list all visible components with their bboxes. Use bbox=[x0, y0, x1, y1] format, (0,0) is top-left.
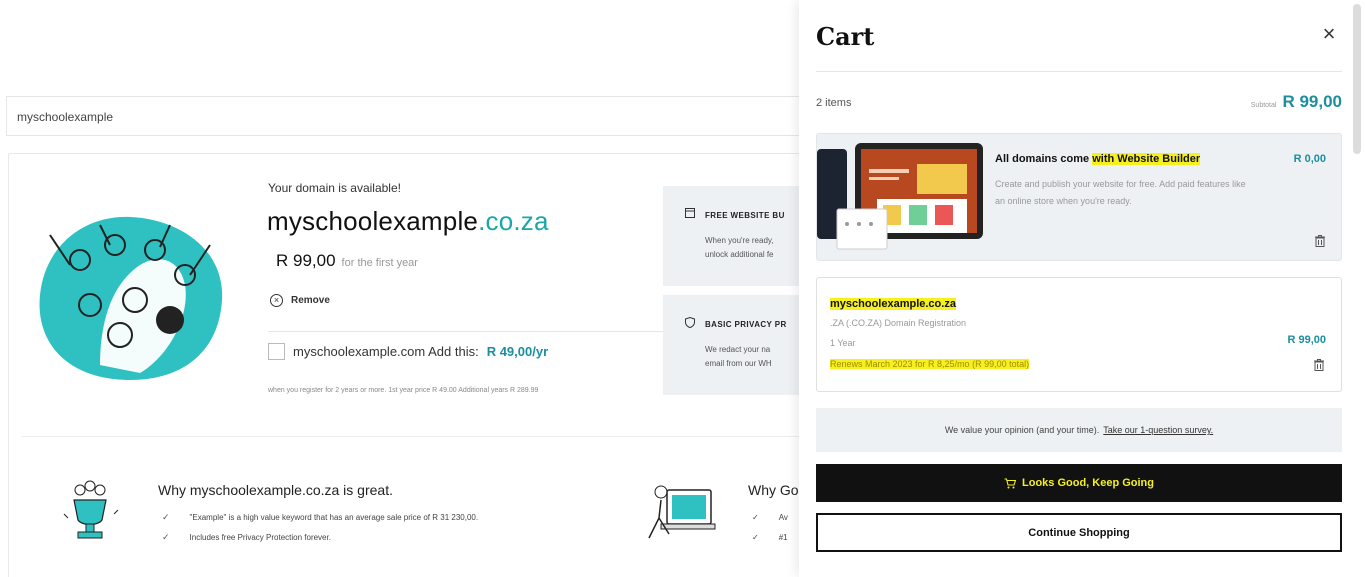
trash-icon[interactable] bbox=[1314, 359, 1324, 371]
why-domain-title: Why myschoolexample.co.za is great. bbox=[158, 482, 393, 498]
domain-name-text: myschoolexample.co.za bbox=[830, 298, 956, 310]
upsell-checkbox[interactable] bbox=[268, 343, 285, 360]
trophy-icon bbox=[63, 480, 119, 539]
survey-banner: We value your opinion (and your time). T… bbox=[816, 408, 1342, 452]
feature-desc-line: unlock additional fe bbox=[705, 250, 774, 259]
upsell-com-row: myschoolexample.com Add this: R 49,00/yr bbox=[268, 343, 548, 360]
domain-price-value: R 99,00 bbox=[276, 251, 336, 270]
list-item: ✓ Includes free Privacy Protection foreve… bbox=[162, 527, 478, 547]
divider bbox=[22, 436, 822, 437]
website-builder-price: R 0,00 bbox=[1293, 153, 1326, 165]
domain-price: R 99,00 for the first year bbox=[276, 251, 418, 271]
feature-desc-line: email from our WH bbox=[705, 359, 772, 368]
people-illustration bbox=[39, 216, 223, 380]
website-builder-item: All domains come with Website Builder Cr… bbox=[816, 133, 1342, 261]
feature-desc-line: We redact your na bbox=[705, 345, 771, 354]
trash-icon[interactable] bbox=[1315, 235, 1325, 247]
runner-laptop-illustration bbox=[648, 485, 716, 539]
website-builder-illustration bbox=[817, 143, 983, 250]
title-highlight: with Website Builder bbox=[1092, 153, 1201, 165]
availability-message: Your domain is available! bbox=[268, 181, 401, 195]
cart-title: Cart bbox=[816, 22, 875, 51]
remove-label: Remove bbox=[291, 295, 330, 306]
domain-search-input[interactable]: myschoolexample bbox=[6, 96, 826, 136]
check-icon: ✓ bbox=[162, 511, 170, 522]
list-item-text: Includes free Privacy Protection forever… bbox=[189, 532, 331, 542]
divider bbox=[816, 71, 1342, 72]
cart-drawer: Cart × 2 items Subtotal R 99,00 All doma… bbox=[799, 0, 1365, 577]
domain-name-title: myschoolexample.co.za bbox=[267, 206, 549, 237]
check-icon: ✓ bbox=[752, 512, 759, 522]
subtotal-label: Subtotal bbox=[1250, 102, 1277, 109]
keep-going-label: Looks Good, Keep Going bbox=[1022, 477, 1154, 489]
cart-domain-name: myschoolexample.co.za bbox=[830, 298, 956, 310]
shield-icon bbox=[685, 317, 695, 328]
survey-text: We value your opinion (and your time). bbox=[944, 425, 1100, 435]
domain-tld: .co.za bbox=[478, 206, 549, 236]
cart-subtotal: Subtotal R 99,00 bbox=[1251, 92, 1342, 112]
search-input-value: myschoolexample bbox=[17, 110, 114, 124]
remove-domain-button[interactable]: × Remove bbox=[270, 294, 330, 307]
cart-domain-term: 1 Year bbox=[830, 338, 856, 348]
title-text: All domains come bbox=[995, 153, 1093, 165]
pricing-fineprint: when you register for 2 years or more. 1… bbox=[268, 387, 539, 394]
list-item-text: Av bbox=[778, 512, 788, 522]
feature-website-builder: FREE WEBSITE BU When you're ready, unloc… bbox=[663, 186, 811, 286]
survey-link[interactable]: Take our 1-question survey. bbox=[1103, 425, 1213, 435]
upsell-price: R 49,00/yr bbox=[486, 344, 549, 359]
remove-circle-icon: × bbox=[270, 294, 283, 307]
continue-shopping-label: Continue Shopping bbox=[1028, 526, 1130, 539]
feature-basic-privacy: BASIC PRIVACY PR We redact your na email… bbox=[663, 295, 811, 395]
check-icon: ✓ bbox=[752, 532, 759, 542]
cart-domain-price: R 99,00 bbox=[1287, 334, 1326, 346]
list-item: ✓ "Example" is a high value keyword that … bbox=[162, 507, 478, 527]
list-item-text: "Example" is a high value keyword that h… bbox=[189, 512, 479, 522]
domain-sld: myschoolexample bbox=[267, 206, 479, 236]
why-domain-list: ✓ "Example" is a high value keyword that … bbox=[162, 507, 478, 547]
domain-price-term: for the first year bbox=[341, 257, 418, 269]
subtotal-amount: R 99,00 bbox=[1282, 92, 1342, 111]
renewal-text: Renews March 2023 for R 8,25/mo (R 99,00… bbox=[830, 359, 1030, 369]
continue-shopping-button[interactable]: Continue Shopping bbox=[816, 513, 1342, 552]
scrollbar[interactable] bbox=[1353, 4, 1361, 154]
cart-domain-type: .ZA (.CO.ZA) Domain Registration bbox=[830, 318, 967, 328]
cart-domain-renewal: Renews March 2023 for R 8,25/mo (R 99,00… bbox=[830, 359, 1030, 369]
cart-items-count: 2 items bbox=[816, 97, 852, 109]
feature-description: When you're ready, unlock additional fe bbox=[705, 234, 811, 262]
website-builder-title: All domains come with Website Builder bbox=[995, 153, 1201, 165]
check-icon: ✓ bbox=[162, 531, 170, 542]
close-icon[interactable]: × bbox=[1318, 23, 1340, 46]
feature-description: We redact your na email from our WH bbox=[705, 343, 811, 371]
feature-desc-line: When you're ready, bbox=[705, 236, 774, 245]
browser-icon bbox=[685, 208, 695, 218]
keep-going-button[interactable]: Looks Good, Keep Going bbox=[816, 464, 1342, 502]
upsell-text: myschoolexample.com Add this: bbox=[293, 344, 479, 359]
cart-icon bbox=[1004, 477, 1016, 488]
list-item-text: #1 bbox=[778, 532, 788, 542]
website-builder-description: Create and publish your website for free… bbox=[995, 179, 1246, 206]
domain-cart-item: myschoolexample.co.za .ZA (.CO.ZA) Domai… bbox=[816, 277, 1342, 392]
divider bbox=[268, 331, 668, 332]
